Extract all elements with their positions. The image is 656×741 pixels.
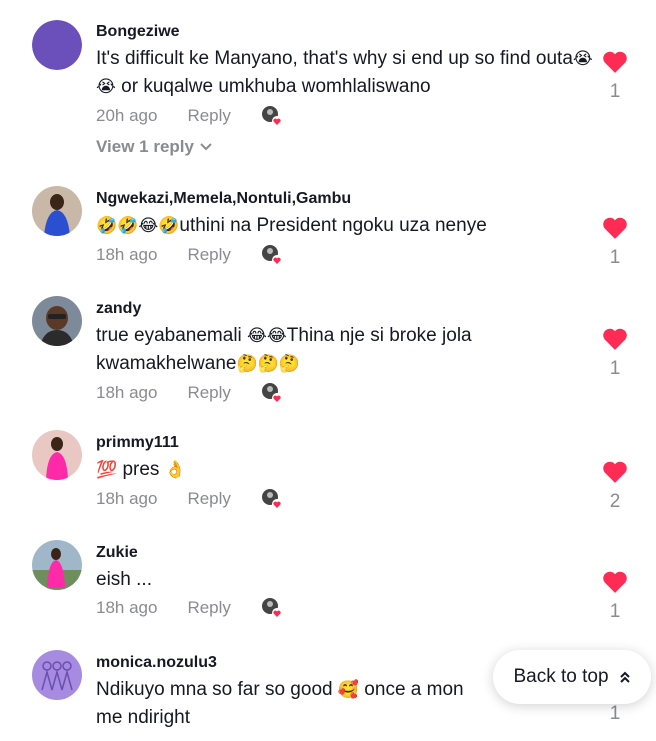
comment-text: 🤣🤣😂🤣uthini na President ngoku uza nenye [96,215,487,236]
comment-meta: 18h ago Reply [96,380,596,406]
like-count: 2 [609,491,621,512]
reply-button[interactable]: Reply [187,245,230,265]
comment-time: 18h ago [96,489,158,508]
avatar[interactable] [32,540,82,590]
comment-text: It's difficult ke Manyano, that's why si… [96,48,593,97]
back-to-top-button[interactable]: Back to top [493,650,651,704]
comment-username[interactable]: Bongeziwe [96,22,596,42]
like-section: 1 [598,50,632,103]
comment-username[interactable]: Zukie [96,543,596,563]
reply-button[interactable]: Reply [187,383,230,403]
comment-username[interactable]: Ngwekazi,Memela,Nontuli,Gambu [96,189,596,209]
heart-icon[interactable] [602,460,628,484]
double-chevron-up-icon [619,671,630,683]
like-count: 1 [609,247,621,268]
creator-liked-icon [261,105,283,127]
comment-time: 18h ago [96,245,158,264]
avatar[interactable] [32,430,82,480]
comment-text: true eyabanemali 😂😂Thina nje si broke jo… [96,325,472,374]
back-to-top-label: Back to top [513,666,609,687]
like-count: 1 [609,358,621,379]
comment-meta: 20h ago Reply [96,103,596,129]
avatar[interactable] [32,296,82,346]
comment-meta: 18h ago Reply [96,242,596,268]
comment-time: 18h ago [96,598,158,617]
comment-meta: 18h ago Reply [96,595,596,621]
heart-icon[interactable] [602,570,628,594]
like-count: 1 [609,601,621,622]
comment-username[interactable]: zandy [96,299,596,319]
view-replies-button[interactable]: View 1 reply [96,135,596,159]
like-count: 1 [609,81,621,102]
creator-liked-icon [261,382,283,404]
like-section: 1 [598,570,632,623]
reply-button[interactable]: Reply [187,598,230,618]
reply-button[interactable]: Reply [187,106,230,126]
comment-time: 20h ago [96,106,158,125]
like-count: 1 [609,703,621,724]
avatar[interactable] [32,186,82,236]
like-section: 1 [598,216,632,269]
creator-liked-icon [261,488,283,510]
avatar[interactable] [32,650,82,700]
heart-icon[interactable] [602,216,628,240]
heart-icon[interactable] [602,327,628,351]
creator-liked-icon [261,244,283,266]
comment-text: 💯 pres 👌 [96,459,186,480]
comment-text: eish ... [96,569,152,590]
like-section: 1 [598,327,632,380]
heart-icon[interactable] [602,50,628,74]
comment-username[interactable]: primmy111 [96,433,596,453]
like-section: 2 [598,460,632,513]
comment-meta: 18h ago Reply [96,486,596,512]
reply-button[interactable]: Reply [187,489,230,509]
creator-liked-icon [261,597,283,619]
avatar[interactable] [32,20,82,70]
comment-time: 18h ago [96,383,158,402]
chevron-down-icon [200,143,212,151]
